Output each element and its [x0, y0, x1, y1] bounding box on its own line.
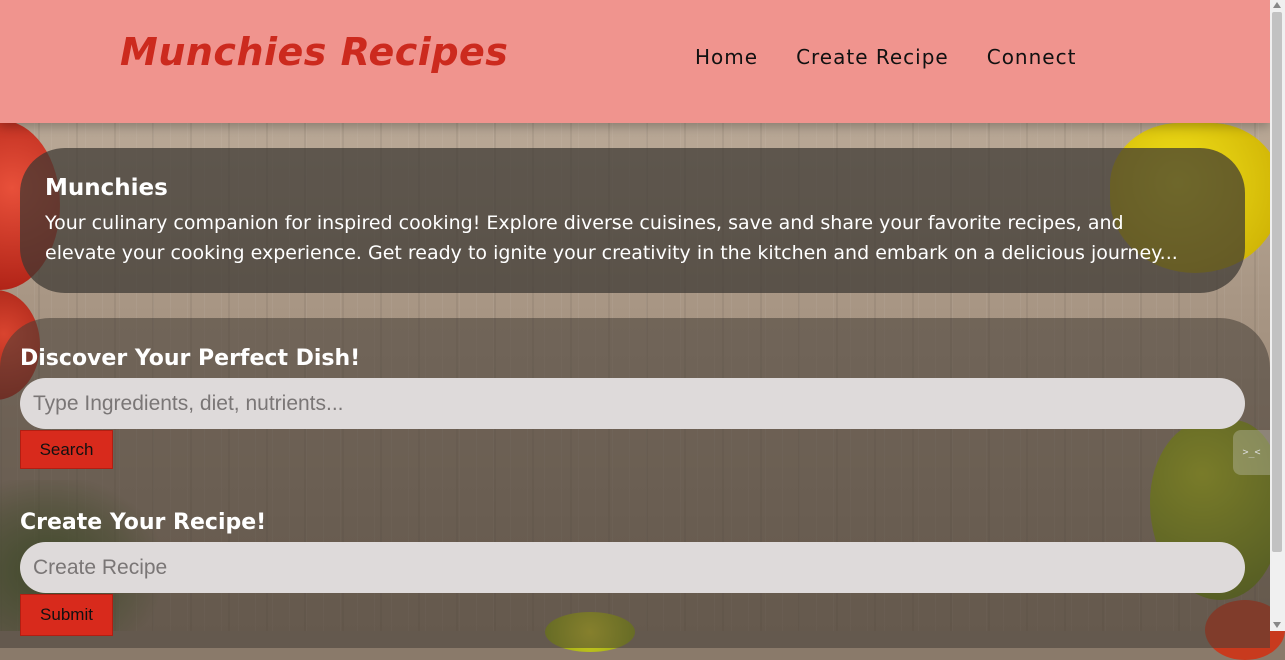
- scroll-up-arrow-icon[interactable]: [1273, 2, 1281, 8]
- intro-description: Your culinary companion for inspired coo…: [45, 208, 1225, 268]
- submit-button[interactable]: Submit: [20, 594, 113, 636]
- intro-line-2: elevate your cooking experience. Get rea…: [45, 242, 1178, 264]
- recipe-panel: Discover Your Perfect Dish! Search Creat…: [0, 318, 1270, 648]
- scroll-thumb[interactable]: [1272, 12, 1282, 552]
- main-nav: Home Create Recipe Connect: [695, 45, 1076, 69]
- create-recipe-input[interactable]: [20, 542, 1245, 593]
- search-section-title: Discover Your Perfect Dish!: [20, 346, 361, 371]
- search-button[interactable]: Search: [20, 430, 113, 469]
- intro-card: Munchies Your culinary companion for ins…: [20, 148, 1245, 293]
- site-header: Munchies Recipes Home Create Recipe Conn…: [0, 0, 1270, 123]
- side-widget-tab[interactable]: >_<: [1233, 430, 1270, 475]
- side-tab-label: >_<: [1242, 447, 1261, 458]
- intro-line-1: Your culinary companion for inspired coo…: [45, 212, 1124, 234]
- search-input[interactable]: [20, 378, 1245, 429]
- nav-create-recipe[interactable]: Create Recipe: [796, 45, 949, 69]
- site-logo[interactable]: Munchies Recipes: [120, 30, 508, 74]
- intro-title: Munchies: [45, 175, 168, 201]
- scroll-down-arrow-icon[interactable]: [1273, 622, 1281, 628]
- nav-home[interactable]: Home: [695, 45, 758, 69]
- create-section-title: Create Your Recipe!: [20, 510, 267, 535]
- page-scrollbar[interactable]: [1270, 0, 1285, 631]
- nav-connect[interactable]: Connect: [987, 45, 1077, 69]
